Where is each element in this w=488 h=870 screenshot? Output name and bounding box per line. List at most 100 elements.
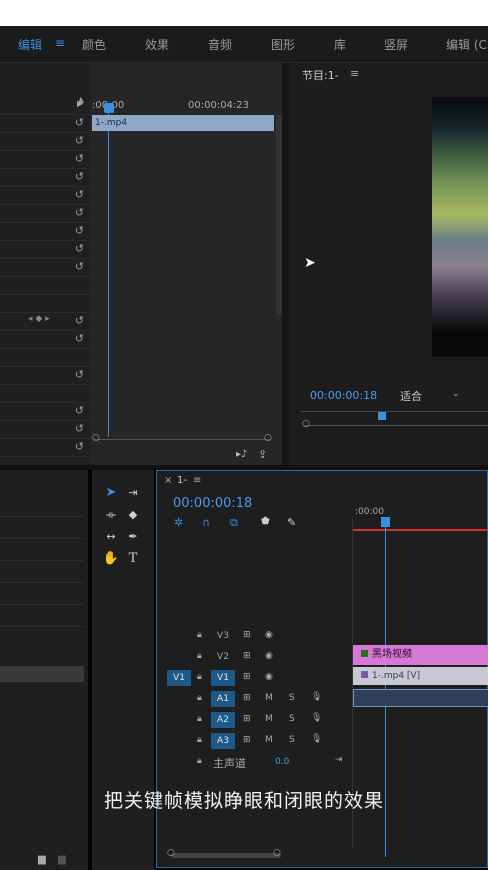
tab-color[interactable]: 颜色 [82, 36, 106, 53]
clip-v1[interactable]: 1-.mp4 [V] [353, 667, 488, 685]
sync-lock-icon[interactable]: ⊞ [243, 651, 251, 661]
tab-audio[interactable]: 音频 [208, 36, 232, 53]
timeline-zoom-handle-right[interactable]: ○ [273, 848, 281, 858]
track-name[interactable]: V1 [211, 670, 235, 686]
selection-tool-icon[interactable]: ➤ [102, 484, 120, 502]
effect-controls-timeline[interactable]: ▶ :00:00 00:00:04:23 1-.mp4 ○ ○ ▸♪ ⇪ [77, 63, 282, 465]
hand-tool-icon[interactable]: ✋ [102, 550, 120, 568]
sync-lock-icon[interactable]: ⊞ [243, 630, 251, 640]
timeline-zoom-bar[interactable] [171, 853, 281, 858]
reset-icon[interactable]: ↺ [75, 152, 84, 165]
go-to-end-icon[interactable]: ⇥ [335, 755, 343, 765]
eye-icon[interactable]: ◉ [265, 651, 273, 661]
program-menu-icon[interactable]: ≡ [350, 67, 359, 80]
project-item-selected[interactable] [0, 666, 84, 682]
linked-selection-icon[interactable]: ⧉ [230, 516, 238, 530]
timeline-playhead[interactable] [381, 517, 390, 527]
reset-icon[interactable]: ↺ [75, 170, 84, 183]
timeline-zoom-handle-left[interactable]: ○ [167, 848, 175, 858]
add-marker-icon[interactable]: ⬟ [261, 516, 270, 527]
ripple-edit-tool-icon[interactable]: ⟛ [102, 506, 120, 524]
solo-button[interactable]: S [289, 693, 295, 703]
snap-icon[interactable]: ∩ [202, 516, 210, 529]
lock-icon[interactable]: 🔒︎ [197, 630, 202, 640]
program-timecode[interactable]: 00:00:00:18 [310, 389, 377, 402]
panel-splitter[interactable] [282, 63, 290, 465]
play-triangle-icon[interactable]: ▶ [77, 99, 83, 108]
reset-icon[interactable]: ↺ [75, 188, 84, 201]
microphone-icon[interactable]: 🎙︎ [311, 734, 322, 744]
track-name[interactable]: A3 [211, 733, 235, 749]
reset-icon[interactable]: ↺ [75, 242, 84, 255]
reset-icon[interactable]: ↺ [75, 116, 84, 129]
clip-black-video[interactable]: 黑场视频 [353, 645, 488, 665]
trash-icon[interactable]: ▆ [58, 854, 66, 865]
chevron-down-icon[interactable]: ⌄ [452, 389, 460, 399]
track-name[interactable]: V3 [211, 628, 235, 644]
sequence-tab[interactable]: 1- [177, 475, 187, 486]
track-name[interactable]: V2 [211, 649, 235, 665]
microphone-icon[interactable]: 🎙︎ [311, 713, 322, 723]
master-value[interactable]: 0.0 [275, 757, 289, 767]
reset-icon[interactable]: ↺ [75, 224, 84, 237]
program-playhead[interactable] [378, 412, 386, 420]
program-zoom-handle[interactable]: ○ [302, 419, 310, 429]
solo-button[interactable]: S [289, 714, 295, 724]
track-select-tool-icon[interactable]: ⇥ [124, 484, 142, 502]
sync-lock-icon[interactable]: ⊞ [243, 735, 251, 745]
sync-lock-icon[interactable]: ⊞ [243, 693, 251, 703]
mute-button[interactable]: M [265, 693, 273, 703]
tab-edit[interactable]: 编辑 [18, 36, 42, 53]
fit-dropdown[interactable]: 适合 [400, 388, 422, 404]
export-icon[interactable]: ⇪ [258, 448, 267, 461]
reset-icon[interactable]: ↺ [75, 368, 84, 381]
mute-button[interactable]: M [265, 735, 273, 745]
tab-vertical[interactable]: 竖屏 [384, 36, 408, 53]
workspace-menu-icon[interactable]: ≡ [55, 36, 65, 50]
mute-button[interactable]: M [265, 714, 273, 724]
program-title[interactable]: 节目:1- [302, 67, 339, 83]
nest-icon[interactable]: ✲ [174, 516, 183, 529]
reset-icon[interactable]: ↺ [75, 332, 84, 345]
ec-zoom-bar[interactable] [94, 439, 270, 440]
slip-tool-icon[interactable]: ↔ [102, 528, 120, 546]
ec-playhead[interactable] [104, 103, 114, 113]
eye-icon[interactable]: ◉ [265, 672, 273, 682]
reset-icon[interactable]: ↺ [75, 314, 84, 327]
type-tool-icon[interactable]: T [124, 550, 142, 568]
lock-icon[interactable]: 🔒︎ [197, 672, 202, 682]
tab-edit-cc[interactable]: 编辑 (C [446, 36, 487, 53]
track-name[interactable]: A1 [211, 691, 235, 707]
work-area-bar[interactable] [353, 529, 488, 531]
reset-icon[interactable]: ↺ [75, 206, 84, 219]
solo-button[interactable]: S [289, 735, 295, 745]
sequence-timecode[interactable]: 00:00:00:18 [173, 496, 252, 511]
keyframe-navigator-icon[interactable]: ◂ ◆ ▸ [28, 314, 50, 324]
reset-icon[interactable]: ↺ [75, 260, 84, 273]
lock-icon[interactable]: 🔒︎ [197, 735, 202, 745]
reset-icon[interactable]: ↺ [75, 440, 84, 453]
close-icon[interactable]: × [164, 475, 172, 486]
reset-icon[interactable]: ↺ [75, 422, 84, 435]
tab-graphics[interactable]: 图形 [271, 36, 295, 53]
sync-lock-icon[interactable]: ⊞ [243, 714, 251, 724]
program-zoom-bar[interactable] [304, 425, 488, 426]
lock-icon[interactable]: 🔒︎ [197, 693, 202, 703]
clip-a1-audio[interactable] [353, 689, 488, 707]
lock-icon[interactable]: 🔒︎ [197, 714, 202, 724]
ec-clip-bar[interactable]: 1-.mp4 [92, 115, 274, 131]
reset-icon[interactable]: ↺ [75, 134, 84, 147]
sync-lock-icon[interactable]: ⊞ [243, 672, 251, 682]
source-patch-v1[interactable]: V1 [167, 670, 191, 686]
microphone-icon[interactable]: 🎙︎ [311, 692, 322, 702]
program-time-ruler[interactable] [300, 411, 488, 418]
sequence-menu-icon[interactable]: ≡ [193, 475, 201, 486]
razor-tool-icon[interactable]: ◆ [124, 506, 142, 524]
wrench-icon[interactable]: ✎ [287, 516, 296, 529]
track-name[interactable]: A2 [211, 712, 235, 728]
reset-icon[interactable]: ↺ [75, 404, 84, 417]
ec-zoom-handle-left[interactable]: ○ [92, 433, 100, 443]
new-bin-icon[interactable]: ▆ [38, 854, 46, 865]
tab-library[interactable]: 库 [334, 36, 346, 53]
pen-tool-icon[interactable]: ✒ [124, 528, 142, 546]
